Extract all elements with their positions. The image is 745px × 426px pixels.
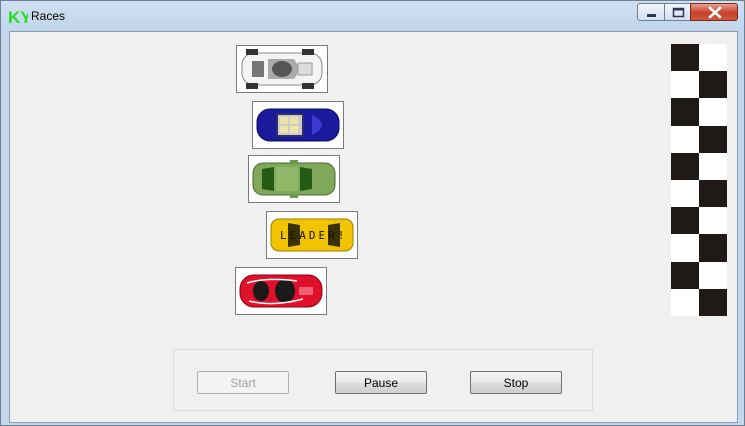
car-red <box>235 267 327 315</box>
car-green <box>248 155 340 203</box>
car-blue <box>252 101 344 149</box>
app-icon: KY <box>8 8 28 26</box>
minimize-icon <box>647 14 656 17</box>
car-white <box>236 45 328 93</box>
start-button[interactable]: Start <box>197 371 289 394</box>
stop-button[interactable]: Stop <box>470 371 562 394</box>
race-area: LEADER! Start Pause Stop <box>9 31 738 423</box>
close-button[interactable] <box>690 3 738 21</box>
window-title: Races <box>31 9 66 23</box>
minimize-button[interactable] <box>637 3 665 21</box>
close-icon <box>708 6 722 19</box>
car-yellow: LEADER! <box>266 211 358 259</box>
app-window: KY Races LEADER! Start Pause Stop <box>0 0 745 426</box>
pause-button[interactable]: Pause <box>335 371 427 394</box>
leader-label: LEADER! <box>280 229 347 242</box>
app-icon-text: KY <box>8 8 28 26</box>
control-panel: Start Pause Stop <box>173 349 593 411</box>
maximize-button[interactable] <box>664 3 691 21</box>
maximize-icon <box>672 7 685 18</box>
finish-flag <box>671 44 727 316</box>
title-bar[interactable]: KY Races <box>1 1 744 31</box>
